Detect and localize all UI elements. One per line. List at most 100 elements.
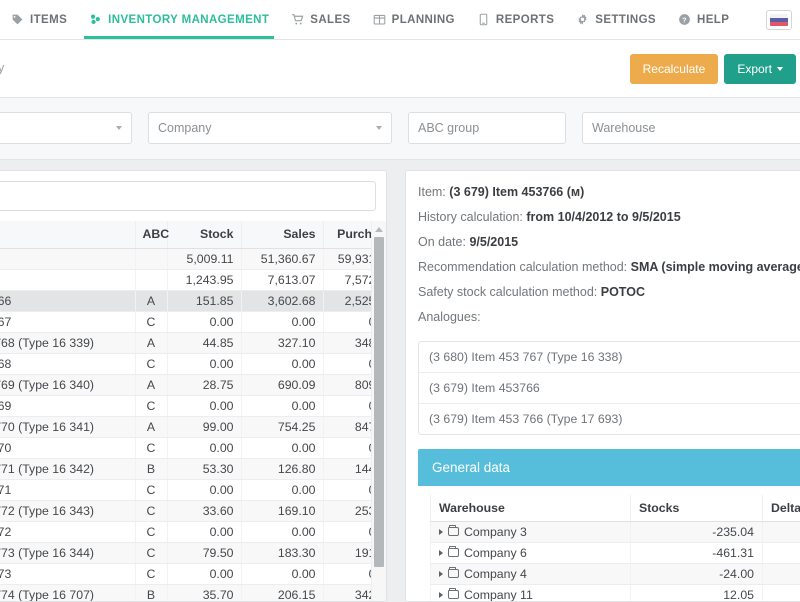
table-row[interactable]: n 453767C0.000.000.00 <box>0 311 371 332</box>
cell-name: n 453767 <box>0 311 135 332</box>
table-row[interactable]: n 453772C0.000.000.00 <box>0 521 371 542</box>
table-row[interactable]: n 453770C0.000.000.00 <box>0 437 371 458</box>
filter-select-company-value: Company <box>158 121 370 135</box>
table-row[interactable]: n 453 774 (Type 16 707)B35.70206.15342.0… <box>0 584 371 601</box>
column-header-stock[interactable]: Stock <box>167 221 241 248</box>
cell-stock: 0.00 <box>167 437 241 458</box>
filter-select-0[interactable] <box>0 112 132 144</box>
detail-recmethod-line: Recommendation calculation method: SMA (… <box>418 260 800 274</box>
expand-triangle-icon[interactable] <box>439 550 443 556</box>
table-row[interactable]: n 453771C0.000.000.00 <box>0 479 371 500</box>
cell-purchase: 0.00 <box>323 521 371 542</box>
nav-item-label: ITEMS <box>30 14 67 26</box>
language-flag-button[interactable] <box>766 10 792 30</box>
folder-icon <box>448 569 459 578</box>
analogue-item[interactable]: (3 679) Item 453 766 (Type 17 693) <box>419 404 800 434</box>
cell-name: n 453768 <box>0 353 135 374</box>
chevron-down-icon <box>116 126 122 130</box>
items-table-scrollbar[interactable] <box>371 221 386 601</box>
cell-warehouse: Company 6 <box>431 542 631 563</box>
table-row[interactable]: 1,243.957,613.077,572.00 <box>0 269 371 290</box>
table-row[interactable]: n 453 772 (Type 16 343)C33.60169.10253.0… <box>0 500 371 521</box>
cell-purchase: 342.00 <box>323 584 371 601</box>
cell-abc: B <box>135 458 167 479</box>
table-row[interactable]: n 453773C0.000.000.00 <box>0 563 371 584</box>
folder-icon <box>448 590 459 599</box>
cell-name: n 453 773 (Type 16 344) <box>0 542 135 563</box>
general-data-header-row: Warehouse Stocks Delta <box>431 495 800 521</box>
cell-purchase: 0.00 <box>323 479 371 500</box>
cell-warehouse: Company 4 <box>431 563 631 584</box>
table-row[interactable]: n 453 769 (Type 16 340)A28.75690.09809.0… <box>0 374 371 395</box>
recalculate-button[interactable]: Recalculate <box>630 54 719 84</box>
search-input[interactable] <box>0 181 376 211</box>
nav-item-inventory-management[interactable]: INVENTORY MANAGEMENT <box>78 0 280 39</box>
column-header-sales[interactable]: Sales <box>241 221 323 248</box>
detail-panel: Item: (3 679) Item 453766 (м) History ca… <box>405 170 800 602</box>
column-header-warehouse[interactable]: Warehouse <box>431 495 631 521</box>
column-header-stocks[interactable]: Stocks <box>631 495 763 521</box>
scroll-up-arrow-icon[interactable] <box>372 223 386 235</box>
nav-item-settings[interactable]: SETTINGS <box>565 0 667 39</box>
nav-item-sales[interactable]: SALES <box>280 0 361 39</box>
nav-item-items[interactable]: ITEMS <box>0 0 78 39</box>
table-row[interactable]: n 453 768 (Type 16 339)A44.85327.10348.0… <box>0 332 371 353</box>
table-row[interactable]: n 453766A151.853,602.682,525.00 <box>0 290 371 311</box>
detail-analogues-label: Analogues: <box>418 310 800 324</box>
document-icon <box>477 13 490 26</box>
table-row[interactable]: Company 3-235.04 <box>431 521 800 542</box>
cell-sales: 0.00 <box>241 311 323 332</box>
cell-abc: A <box>135 332 167 353</box>
detail-ondate-line: On date: 9/5/2015 <box>418 235 800 249</box>
cell-purchase: 809.00 <box>323 374 371 395</box>
filter-input-warehouse[interactable]: Warehouse <box>582 112 800 144</box>
filter-input-abc-group[interactable]: ABC group <box>408 112 566 144</box>
column-header-delta[interactable]: Delta <box>763 495 800 521</box>
cell-sales: 126.80 <box>241 458 323 479</box>
nav-item-label: HELP <box>697 14 729 26</box>
cell-stock: 0.00 <box>167 395 241 416</box>
nav-item-help[interactable]: ?HELP <box>667 0 740 39</box>
cell-purchase: 0.00 <box>323 437 371 458</box>
table-row[interactable]: Company 4-24.00 <box>431 563 800 584</box>
nav-item-reports[interactable]: REPORTS <box>466 0 565 39</box>
items-table-body: 5,009.1151,360.6759,931.001,243.957,613.… <box>0 248 371 601</box>
cell-name: n 453 772 (Type 16 343) <box>0 500 135 521</box>
nav-item-planning[interactable]: PLANNING <box>362 0 466 39</box>
analogue-item[interactable]: (3 679) Item 453766 <box>419 373 800 404</box>
warehouse-label: Company 3 <box>464 525 527 539</box>
table-row[interactable]: n 453 773 (Type 16 344)C79.50183.30191.0… <box>0 542 371 563</box>
detail-ondate-value: 9/5/2015 <box>469 235 518 249</box>
export-button[interactable]: Export <box>724 54 796 84</box>
cell-stock: 0.00 <box>167 563 241 584</box>
table-row[interactable]: n 453 771 (Type 16 342)B53.30126.80144.0… <box>0 458 371 479</box>
expand-triangle-icon[interactable] <box>439 529 443 535</box>
table-row[interactable]: Company 1112.05 <box>431 584 800 602</box>
scrollbar-thumb[interactable] <box>374 237 384 567</box>
table-row[interactable]: n 453768C0.000.000.00 <box>0 353 371 374</box>
detail-info-block: Item: (3 679) Item 453766 (м) History ca… <box>406 171 800 339</box>
cell-stocks: -461.31 <box>631 542 763 563</box>
nav-item-list: ITEMS INVENTORY MANAGEMENTSALESPLANNINGRE… <box>0 0 766 39</box>
cell-abc <box>135 269 167 290</box>
warehouse-label: Company 11 <box>464 588 533 602</box>
cell-purchase: 144.00 <box>323 458 371 479</box>
column-header-name[interactable] <box>0 221 135 248</box>
filter-select-company[interactable]: Company <box>148 112 392 144</box>
table-row[interactable]: n 453 770 (Type 16 341)A99.00754.25847.0… <box>0 416 371 437</box>
table-row[interactable]: 5,009.1151,360.6759,931.00 <box>0 248 371 269</box>
expand-triangle-icon[interactable] <box>439 571 443 577</box>
analogue-item[interactable]: (3 680) Item 453 767 (Type 16 338) <box>419 342 800 373</box>
table-row[interactable]: Company 6-461.31 <box>431 542 800 563</box>
items-table-wrap: ABC Stock Sales Purchase 5,009.1151,360.… <box>0 221 386 601</box>
column-header-abc[interactable]: ABC <box>135 221 167 248</box>
table-row[interactable]: n 453769C0.000.000.00 <box>0 395 371 416</box>
cell-purchase: 253.00 <box>323 500 371 521</box>
detail-item-value: (3 679) Item 453766 (м) <box>449 185 584 199</box>
cell-name <box>0 248 135 269</box>
export-button-label: Export <box>737 62 772 76</box>
detail-item-label: Item: <box>418 185 446 199</box>
expand-triangle-icon[interactable] <box>439 592 443 598</box>
cell-purchase: 2,525.00 <box>323 290 371 311</box>
column-header-purchase[interactable]: Purchase <box>323 221 371 248</box>
